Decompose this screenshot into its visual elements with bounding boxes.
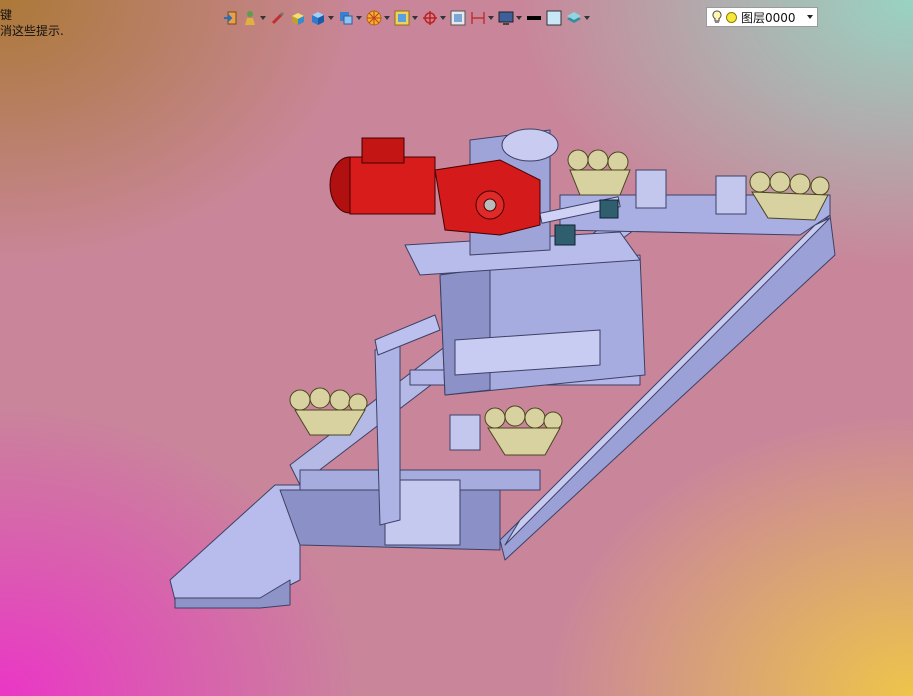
trolley-top-middle: [567, 149, 631, 196]
cad-model-viewport[interactable]: [0, 0, 913, 696]
front-chute: [169, 484, 301, 601]
vertical-post: [374, 344, 401, 526]
trolley-bottom-middle: [484, 405, 563, 456]
